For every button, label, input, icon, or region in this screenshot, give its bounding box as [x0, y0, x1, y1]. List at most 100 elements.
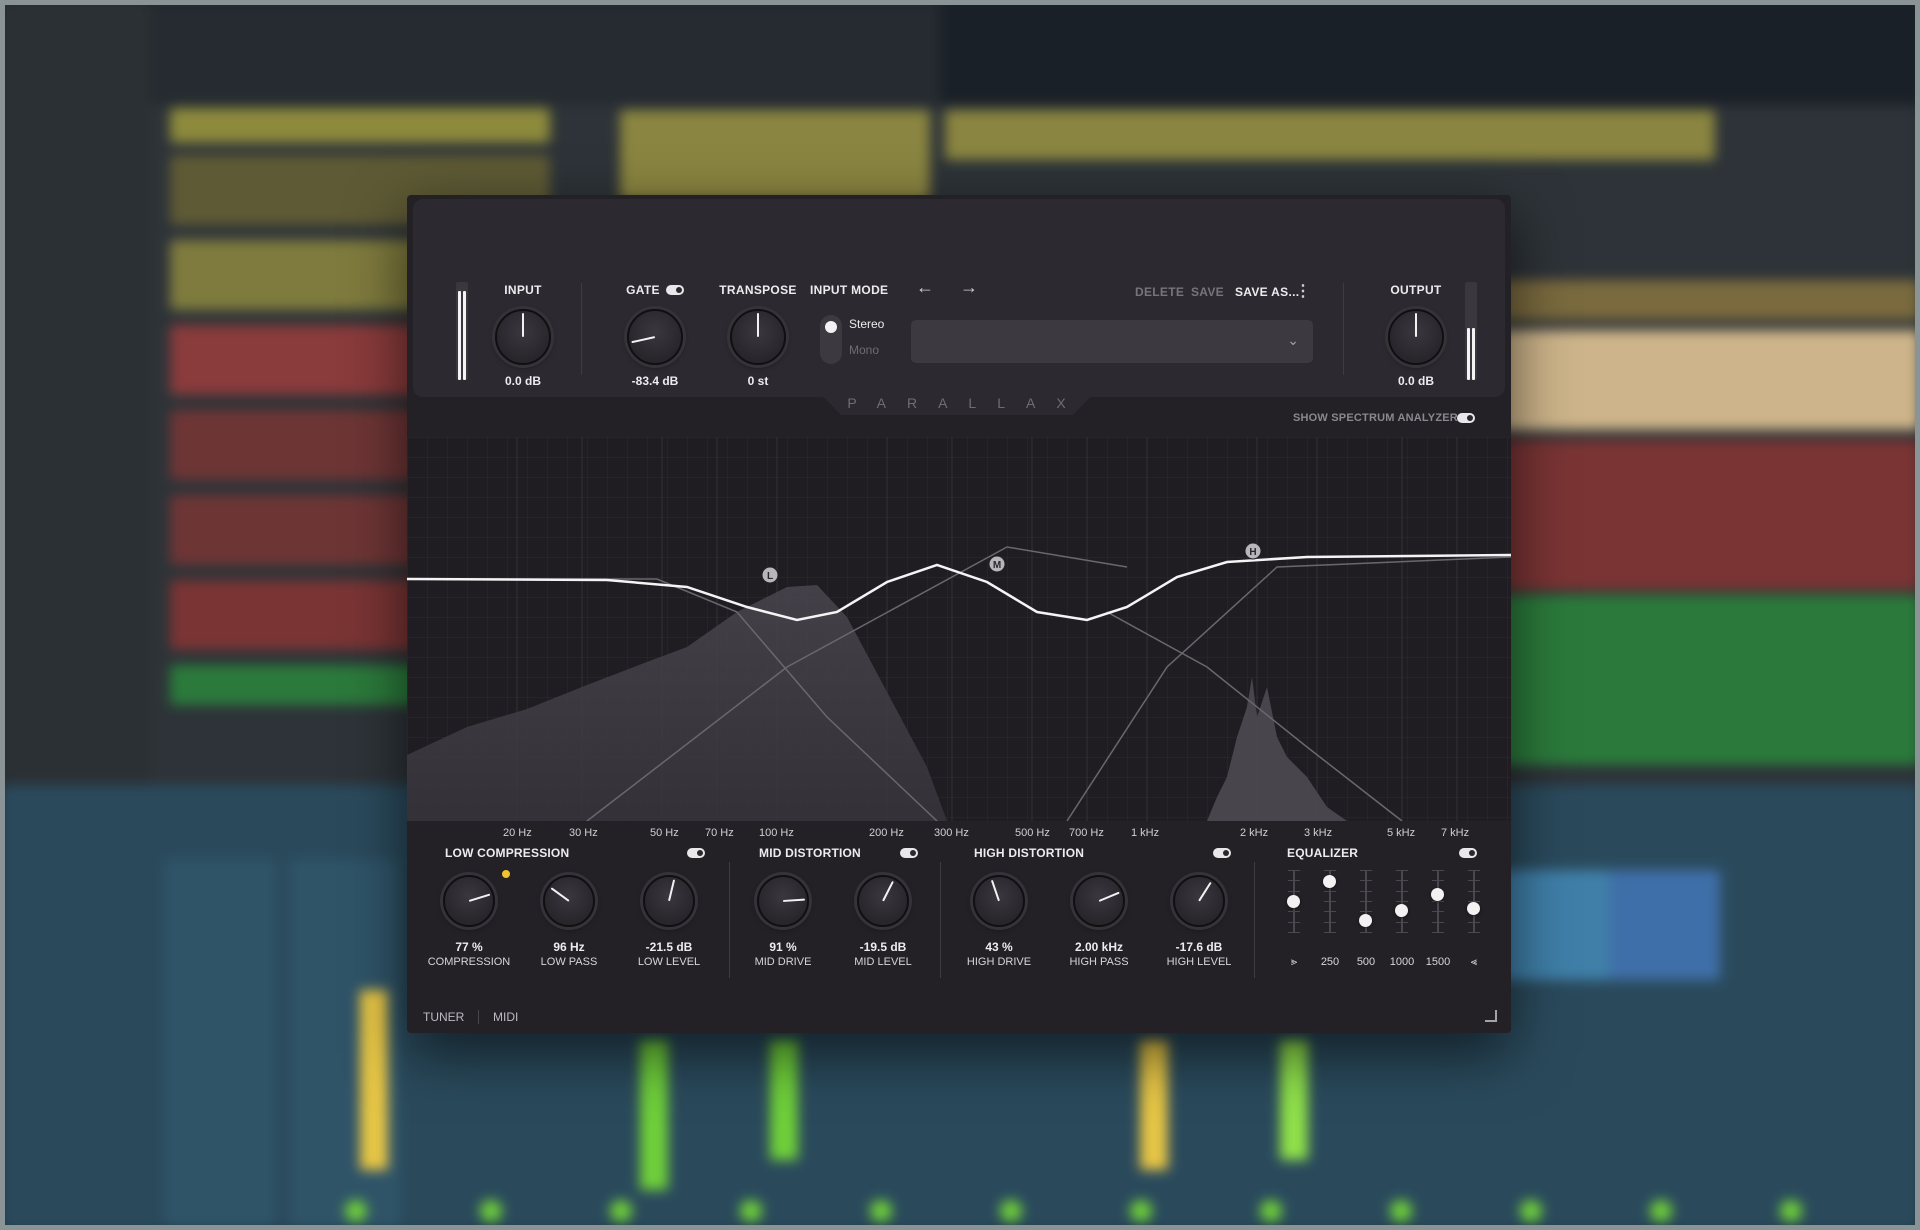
eq-band-label: 1500 — [1425, 956, 1451, 968]
freq-label: 5 kHz — [1387, 827, 1416, 839]
daw-clip — [1500, 280, 1920, 320]
eq-slider-tick — [1396, 890, 1408, 892]
output-label: OUTPUT — [1390, 283, 1442, 297]
mid-drive-knob[interactable] — [757, 875, 809, 927]
daw-track-clip — [170, 108, 550, 143]
eq-slider-tick — [1324, 901, 1336, 902]
midi-tab[interactable]: MIDI — [493, 1010, 518, 1024]
low-shelf-icon: ⪢ — [1290, 956, 1298, 968]
eq-node-low-label: L — [767, 571, 773, 582]
freq-label: 3 kHz — [1304, 827, 1333, 839]
eq-slider-tick — [1360, 880, 1372, 882]
daw-mixer-strip — [1610, 870, 1720, 980]
input-value: 0.0 dB — [504, 374, 541, 388]
high-level-value: -17.6 dB — [1175, 940, 1223, 954]
eq-slider-thumb[interactable] — [1431, 887, 1444, 901]
mid-level-value: -19.5 dB — [859, 940, 907, 954]
mid-distortion-toggle[interactable] — [900, 848, 918, 858]
spectrum-analyzer-toggle[interactable] — [1457, 413, 1475, 423]
eq-node-low[interactable]: L — [761, 566, 779, 584]
eq-graph[interactable]: L M H — [407, 437, 1511, 821]
eq-slider-thumb[interactable] — [1287, 895, 1300, 908]
eq-slider-tick — [1288, 880, 1300, 882]
mode-stereo-option[interactable]: Stereo — [849, 317, 884, 331]
high-drive-value: 43 % — [985, 940, 1013, 954]
high-shelf-icon: ⪡ — [1470, 956, 1478, 968]
high-distortion-title: HIGH DISTORTION — [974, 846, 1085, 860]
low-level-knob[interactable] — [643, 875, 695, 927]
eq-slider-tick — [1396, 932, 1408, 933]
high-distortion-toggle[interactable] — [1213, 848, 1231, 858]
input-label: INPUT — [504, 283, 542, 297]
low-compression-toggle[interactable] — [687, 848, 705, 858]
save-preset-button[interactable]: SAVE — [1191, 285, 1224, 299]
compression-value: 77 % — [455, 940, 483, 954]
compression-knob[interactable] — [443, 875, 495, 927]
gate-toggle[interactable] — [666, 285, 684, 295]
eq-node-mid[interactable]: M — [988, 555, 1006, 573]
daw-meter — [640, 1040, 668, 1190]
eq-slider-tick — [1288, 921, 1300, 923]
divider — [1343, 283, 1344, 375]
input-mode-label: INPUT MODE — [810, 283, 889, 297]
resize-icon[interactable] — [1485, 1010, 1497, 1022]
daw-indicator — [610, 1200, 632, 1222]
eq-slider-tick — [1432, 921, 1444, 923]
eq-node-mid-label: M — [993, 560, 1001, 571]
high-pass-knob[interactable] — [1073, 875, 1125, 927]
daw-clip — [945, 110, 1715, 160]
high-pass-value: 2.00 kHz — [1074, 940, 1124, 954]
eq-node-high-label: H — [1249, 547, 1256, 558]
preset-select[interactable]: ⌄ — [911, 320, 1313, 363]
more-vertical-icon[interactable]: ⋮ — [1295, 281, 1311, 301]
gate-knob[interactable] — [627, 309, 683, 365]
eq-slider-thumb[interactable] — [1395, 904, 1408, 918]
mid-level-knob[interactable] — [857, 875, 909, 927]
transpose-knob[interactable] — [730, 309, 786, 365]
freq-label: 200 Hz — [869, 827, 904, 839]
footer-divider — [478, 1010, 479, 1024]
eq-band-label: 250 — [1320, 956, 1340, 968]
eq-slider-tick — [1432, 870, 1444, 871]
freq-label: 300 Hz — [934, 827, 969, 839]
output-value: 0.0 dB — [1397, 374, 1434, 388]
low-pass-value: 96 Hz — [553, 940, 585, 954]
tuner-tab[interactable]: TUNER — [423, 1010, 464, 1024]
low-pass-label: LOW PASS — [540, 956, 598, 968]
freq-label: 50 Hz — [650, 827, 679, 839]
input-knob[interactable] — [495, 309, 551, 365]
processing-modules: LOW COMPRESSION 77 % COMPRESSION 96 Hz L… — [407, 840, 1511, 990]
daw-meter — [770, 1040, 798, 1160]
arrow-left-icon[interactable]: ← — [916, 277, 934, 298]
high-level-knob[interactable] — [1173, 875, 1225, 927]
eq-node-high[interactable]: H — [1244, 542, 1262, 560]
freq-label: 70 Hz — [705, 827, 734, 839]
mid-drive-label: MID DRIVE — [754, 956, 812, 968]
eq-slider-tick — [1324, 870, 1336, 871]
eq-slider-thumb[interactable] — [1359, 913, 1372, 927]
chevron-down-icon: ⌄ — [1287, 332, 1299, 348]
daw-meter — [1280, 1040, 1308, 1160]
mode-mono-option[interactable]: Mono — [849, 343, 879, 357]
equalizer-toggle[interactable] — [1459, 848, 1477, 858]
eq-slider-tick — [1360, 901, 1372, 902]
freq-label: 1 kHz — [1131, 827, 1160, 839]
freq-label: 30 Hz — [569, 827, 598, 839]
eq-slider-thumb[interactable] — [1467, 902, 1480, 916]
eq-slider-tick — [1432, 880, 1444, 882]
output-knob[interactable] — [1388, 309, 1444, 365]
save-as-preset-button[interactable]: SAVE AS... — [1235, 285, 1299, 299]
eq-slider-tick — [1468, 870, 1480, 871]
eq-slider-tick — [1468, 890, 1480, 892]
high-drive-knob[interactable] — [973, 875, 1025, 927]
mid-level-label: MID LEVEL — [854, 956, 912, 968]
low-compression-title: LOW COMPRESSION — [445, 846, 570, 860]
input-mode-switch[interactable] — [820, 315, 842, 364]
low-pass-knob[interactable] — [543, 875, 595, 927]
delete-preset-button[interactable]: DELETE — [1135, 285, 1184, 299]
daw-indicator — [1260, 1200, 1282, 1222]
arrow-right-icon[interactable]: → — [960, 277, 978, 298]
eq-slider-tick — [1324, 890, 1336, 892]
daw-clip — [620, 110, 930, 200]
eq-slider-thumb[interactable] — [1323, 875, 1336, 889]
